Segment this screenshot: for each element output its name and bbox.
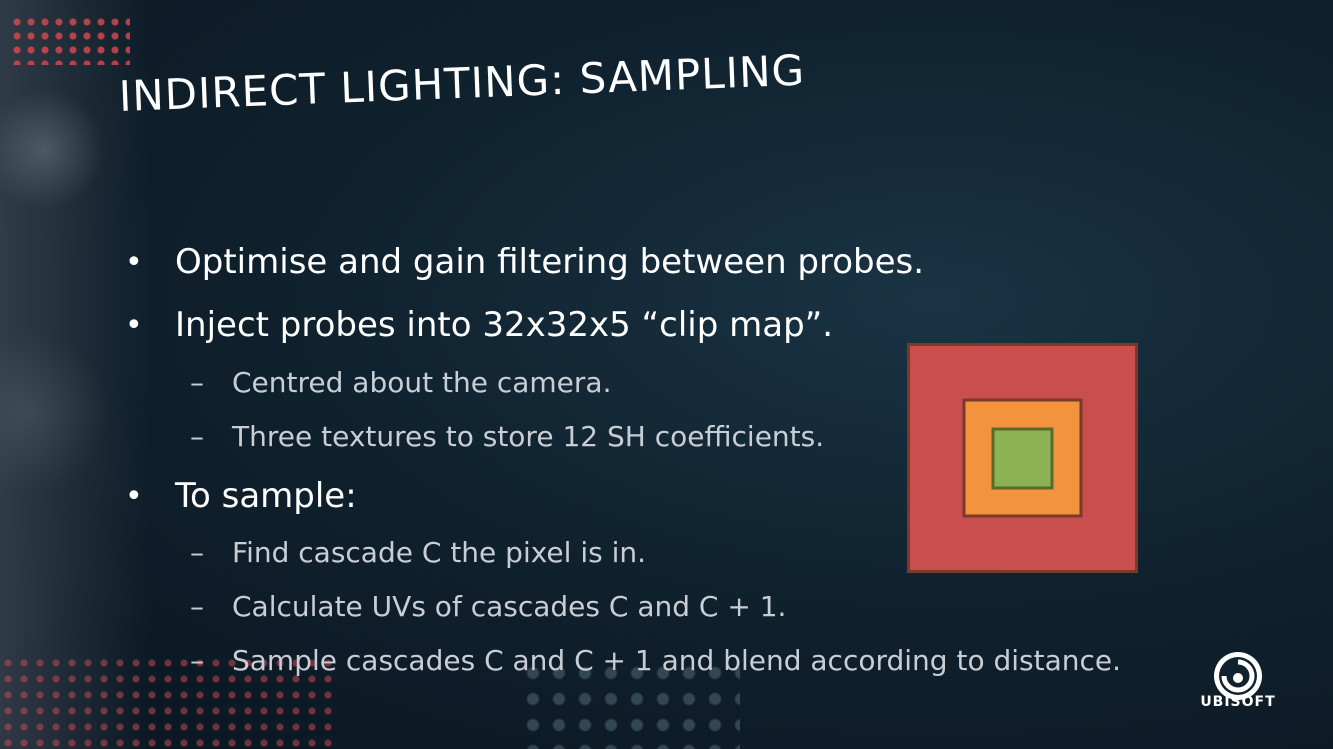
sub-bullet-item: – Find cascade C the pixel is in. <box>190 536 646 569</box>
slide-title: INDIRECT LIGHTING: SAMPLING <box>118 45 806 121</box>
sub-bullet-text: Three textures to store 12 SH coefficien… <box>232 420 825 453</box>
sub-bullet-item: – Calculate UVs of cascades C and C + 1. <box>190 590 786 623</box>
sub-bullet-text: Sample cascades C and C + 1 and blend ac… <box>232 644 1122 677</box>
inner-cascade-square <box>991 427 1054 490</box>
sub-bullet-dash: – <box>190 420 204 453</box>
bullet-item: • Inject probes into 32x32x5 “clip map”. <box>125 305 833 345</box>
sub-bullet-item: – Three textures to store 12 SH coeffici… <box>190 420 824 453</box>
sub-bullet-item: – Sample cascades C and C + 1 and blend … <box>190 644 1121 677</box>
decorative-dots-top <box>10 15 130 65</box>
bullet-item: • Optimise and gain filtering between pr… <box>125 242 924 282</box>
bullet-text: Optimise and gain filtering between prob… <box>175 242 925 282</box>
bullet-text: Inject probes into 32x32x5 “clip map”. <box>175 305 834 345</box>
bullet-text: To sample: <box>175 476 357 516</box>
sub-bullet-dash: – <box>190 536 204 569</box>
bullet-dot: • <box>125 244 143 280</box>
ubisoft-logo-text: UBISOFT <box>1200 694 1276 710</box>
sub-bullet-item: – Centred about the camera. <box>190 366 611 399</box>
bullet-item: • To sample: <box>125 476 357 516</box>
sub-bullet-text: Calculate UVs of cascades C and C + 1. <box>232 590 787 623</box>
bullet-dot: • <box>125 478 143 514</box>
sub-bullet-dash: – <box>190 366 204 399</box>
bullet-dot: • <box>125 307 143 343</box>
sub-bullet-text: Find cascade C the pixel is in. <box>232 536 647 569</box>
sub-bullet-dash: – <box>190 590 204 623</box>
cascade-diagram <box>907 343 1138 573</box>
sub-bullet-dash: – <box>190 644 204 677</box>
sub-bullet-text: Centred about the camera. <box>232 366 612 399</box>
